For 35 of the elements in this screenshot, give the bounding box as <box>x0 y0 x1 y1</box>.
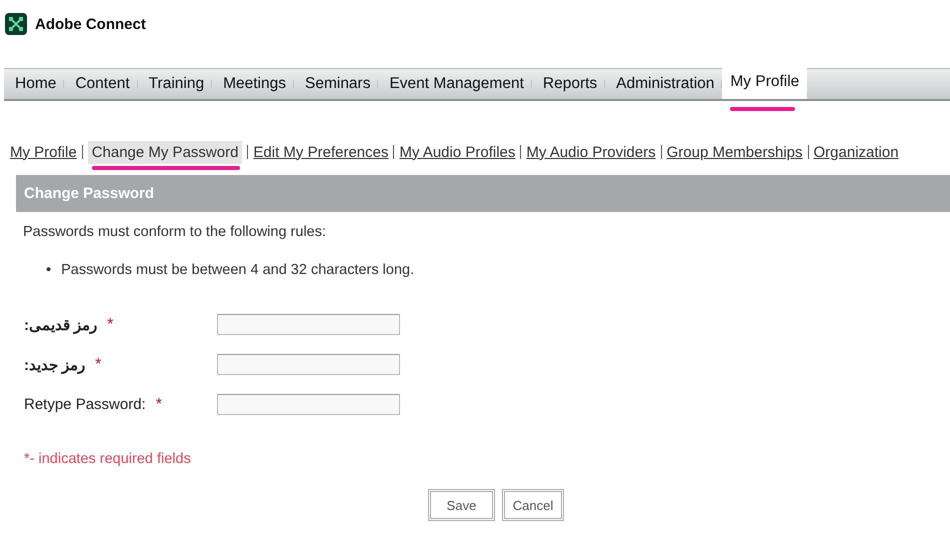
password-field[interactable] <box>217 314 400 335</box>
profile-link[interactable]: Change My Password <box>88 140 242 164</box>
nav-tab[interactable]: Home <box>4 69 64 99</box>
app-title: Adobe Connect <box>35 16 146 32</box>
profile-link[interactable]: My Profile <box>10 140 77 164</box>
nav-tab[interactable]: Content <box>64 69 137 99</box>
nav-tab[interactable]: Seminars <box>294 69 378 99</box>
highlight-underline <box>730 107 796 111</box>
save-button[interactable]: Save <box>428 489 495 521</box>
field-label: رمز جدید: <box>24 356 86 374</box>
nav-tab[interactable]: Event Management <box>378 69 531 99</box>
rules-intro: Passwords must conform to the following rules: <box>23 224 328 240</box>
profile-link[interactable]: Organization <box>814 140 899 164</box>
nav-tab[interactable]: Meetings <box>212 69 293 99</box>
cancel-button[interactable]: Cancel <box>502 489 564 521</box>
nav-tab[interactable]: My Profile <box>722 65 808 99</box>
field-label: Retype Password: <box>24 396 146 413</box>
required-mark: * <box>107 316 114 334</box>
profile-link[interactable]: Group Memberships <box>666 140 802 164</box>
required-note: *- indicates required fields <box>24 451 192 467</box>
logo-icon <box>5 13 27 35</box>
profile-link[interactable]: Edit My Preferences <box>253 140 388 164</box>
nav-tab[interactable]: Reports <box>532 69 604 99</box>
profile-link[interactable]: My Audio Profiles <box>399 140 516 164</box>
required-mark: * <box>156 396 162 414</box>
password-field[interactable] <box>217 394 400 415</box>
password-field[interactable] <box>217 354 400 375</box>
bullet: • <box>46 261 52 280</box>
profile-link[interactable]: My Audio Providers <box>526 140 656 164</box>
nav-tab[interactable]: Administration <box>605 69 722 99</box>
nav-tab[interactable]: Training <box>138 69 212 99</box>
required-mark: * <box>95 356 102 374</box>
field-label: رمز قدیمی: <box>24 316 98 334</box>
rule-item: Passwords must be between 4 and 32 characters long. <box>61 261 414 280</box>
section-header: Change Password <box>16 175 950 212</box>
